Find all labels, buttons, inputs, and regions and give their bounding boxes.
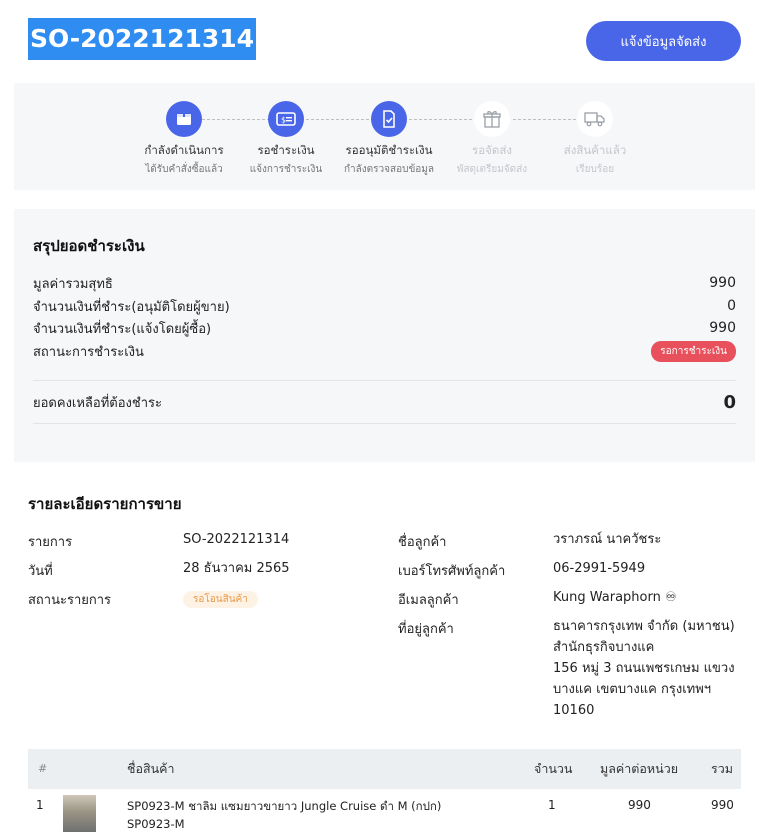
customer-email-label: อีเมลลูกค้า (398, 593, 459, 608)
product-sku: SP0923-M (127, 817, 185, 831)
summary-divider (33, 423, 736, 424)
payment-summary-panel: สรุปยอดชำระเงิน มูลค่ารวมสุทธิ 990 จำนวน… (14, 209, 755, 462)
step-title: รอจัดส่ง (472, 143, 512, 157)
step-awaiting-shipping: รอจัดส่ง พัสดุเตรียมจัดส่ง (432, 101, 552, 177)
step-title: ส่งสินค้าแล้ว (563, 143, 627, 157)
truck-icon (577, 101, 613, 137)
paid-buyer-label: จำนวนเงินที่ชำระ(แจ้งโดยผู้ซื้อ) (33, 321, 212, 337)
gift-icon (474, 101, 510, 137)
box-icon (166, 101, 202, 137)
summary-title: สรุปยอดชำระเงิน (33, 237, 145, 255)
order-progress-stepper: กำลังดำเนินการ ได้รับคำสั่งซื้อแล้ว $ รอ… (14, 83, 755, 190)
row-unit-price: 990 (628, 798, 651, 812)
payment-card-icon: $ (268, 101, 304, 137)
item-value: SO-2022121314 (183, 532, 290, 547)
col-quantity: จำนวน (534, 761, 573, 776)
col-unit-price: มูลค่าต่อหน่วย (600, 761, 679, 776)
order-id-title: SO-2022121314 (28, 18, 257, 60)
balance-label: ยอดคงเหลือที่ต้องชำระ (33, 395, 162, 411)
address-line: 156 หมู่ 3 ถนนเพชรเกษม แขวง (553, 661, 735, 676)
col-index: # (38, 762, 48, 775)
table-row[interactable]: 1 SP0923-M ชาลิม แซมยาวขายาว Jungle Crui… (28, 789, 741, 832)
product-thumbnail[interactable] (63, 795, 96, 832)
row-total: 990 (711, 798, 734, 812)
step-awaiting-payment: $ รอชำระเงิน แจ้งการชำระเงิน (226, 101, 346, 177)
details-title: รายละเอียดรายการขาย (28, 495, 182, 513)
address-line: สำนักธุรกิจบางแค (553, 640, 655, 655)
step-subtitle: แจ้งการชำระเงิน (249, 164, 323, 175)
order-status-badge-wrap: รอโอนสินค้า (183, 588, 258, 610)
step-subtitle: เรียบร้อย (575, 164, 615, 175)
address-line: 10160 (553, 703, 595, 718)
paid-seller-value: 0 (727, 298, 736, 314)
item-label: รายการ (28, 535, 73, 550)
paid-seller-row: จำนวนเงินที่ชำระ(อนุมัติโดยผู้ขาย) 0 (33, 295, 736, 317)
paid-buyer-value: 990 (709, 320, 736, 336)
customer-phone-value: 06-2991-5949 (553, 561, 646, 576)
order-status-badge: รอโอนสินค้า (183, 591, 258, 608)
step-title: รอชำระเงิน (257, 143, 315, 157)
row-quantity: 1 (548, 798, 556, 812)
paid-buyer-row: จำนวนเงินที่ชำระ(แจ้งโดยผู้ซื้อ) 990 (33, 317, 736, 339)
document-check-icon (371, 101, 407, 137)
payment-status-badge: รอการชำระเงิน (651, 340, 736, 362)
customer-address-label: ที่อยู่ลูกค้า (398, 622, 454, 637)
step-awaiting-approval: รออนุมัติชำระเงิน กำลังตรวจสอบข้อมูล (329, 101, 449, 177)
step-subtitle: พัสดุเตรียมจัดส่ง (456, 164, 528, 175)
balance-row: ยอดคงเหลือที่ต้องชำระ 0 (33, 389, 736, 415)
col-total: รวม (711, 761, 733, 776)
customer-email-value: Kung Waraphorn ♾ (553, 590, 677, 605)
customer-address: ธนาคารกรุงเทพ จำกัด (มหาชน) สำนักธุรกิจบ… (553, 616, 735, 721)
customer-phone-label: เบอร์โทรศัพท์ลูกค้า (398, 564, 506, 579)
notify-shipping-button[interactable]: แจ้งข้อมูลจัดส่ง (586, 21, 741, 61)
step-shipped: ส่งสินค้าแล้ว เรียบร้อย (535, 101, 655, 177)
net-total-row: มูลค่ารวมสุทธิ 990 (33, 272, 736, 294)
customer-name-label: ชื่อลูกค้า (398, 535, 447, 550)
svg-text:$: $ (281, 116, 286, 125)
customer-name-value: วราภรณ์ นาควัชระ (553, 532, 662, 547)
summary-divider (33, 380, 736, 381)
product-name: SP0923-M ชาลิม แซมยาวขายาว Jungle Cruise… (127, 799, 442, 813)
paid-seller-label: จำนวนเงินที่ชำระ(อนุมัติโดยผู้ขาย) (33, 299, 230, 315)
order-status-label: สถานะรายการ (28, 593, 112, 608)
address-line: บางแค เขตบางแค กรุงเทพฯ (553, 682, 712, 697)
net-total-value: 990 (709, 275, 736, 291)
payment-status-row: สถานะการชำระเงิน รอการชำระเงิน (33, 340, 736, 362)
date-value: 28 ธันวาคม 2565 (183, 561, 290, 576)
row-index: 1 (36, 798, 44, 812)
items-table-header: # ชื่อสินค้า จำนวน มูลค่าต่อหน่วย รวม (28, 749, 741, 789)
net-total-label: มูลค่ารวมสุทธิ (33, 276, 113, 292)
step-title: รออนุมัติชำระเงิน (345, 143, 433, 157)
balance-value: 0 (723, 391, 736, 413)
col-product-name: ชื่อสินค้า (127, 761, 175, 776)
payment-status-label: สถานะการชำระเงิน (33, 344, 144, 360)
date-label: วันที่ (28, 564, 53, 579)
address-line: ธนาคารกรุงเทพ จำกัด (มหาชน) (553, 619, 735, 634)
product-name-cell: SP0923-M ชาลิม แซมยาวขายาว Jungle Cruise… (127, 797, 441, 832)
step-subtitle: กำลังตรวจสอบข้อมูล (343, 164, 435, 175)
